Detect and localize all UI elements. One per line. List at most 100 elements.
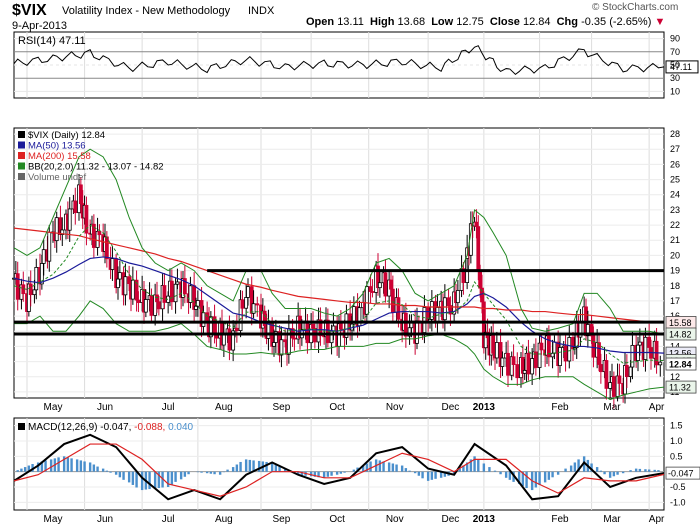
candle-body bbox=[244, 297, 249, 309]
x-axis-label-macd: Sep bbox=[273, 514, 291, 525]
x-axis-label: Jun bbox=[97, 402, 113, 413]
macd-histogram-bar bbox=[595, 467, 599, 472]
price-legend-entry: MA(200) 15.58 bbox=[28, 151, 91, 162]
candle-body bbox=[130, 279, 135, 300]
candle-body bbox=[563, 345, 568, 362]
candle-body bbox=[32, 289, 37, 296]
macd-histogram-bar bbox=[205, 471, 209, 474]
x-axis-label-macd: Apr bbox=[649, 514, 665, 525]
candle-body bbox=[364, 286, 369, 315]
x-axis-label: Sep bbox=[273, 402, 291, 413]
x-axis-label-macd: Jun bbox=[97, 514, 113, 525]
candle-body bbox=[54, 217, 59, 242]
candle-body bbox=[123, 276, 128, 296]
candle-body bbox=[571, 337, 575, 350]
x-axis-label-macd: Aug bbox=[215, 514, 233, 525]
candle-body bbox=[292, 337, 297, 340]
candle-body bbox=[522, 369, 527, 374]
candle-body bbox=[67, 208, 72, 231]
x-axis-label: May bbox=[44, 402, 63, 413]
macd-histogram-bar bbox=[395, 464, 398, 472]
candle-body bbox=[389, 279, 393, 290]
candle-body bbox=[415, 320, 419, 344]
macd-histogram-bar bbox=[140, 471, 144, 491]
ma200-line bbox=[13, 227, 665, 324]
candle-body bbox=[370, 291, 375, 293]
candle-body bbox=[97, 230, 102, 236]
macd-histogram-bar bbox=[534, 471, 538, 488]
macd-histogram-bar bbox=[70, 458, 73, 472]
candle-body bbox=[28, 283, 33, 296]
candle-body bbox=[311, 323, 315, 329]
candle-body bbox=[286, 328, 291, 355]
candle-body bbox=[591, 335, 596, 358]
candle-body bbox=[643, 336, 648, 360]
macd-legend-part: MACD(12,26,9) bbox=[28, 422, 100, 433]
macd-histogram-bar bbox=[564, 468, 567, 472]
macd-histogram-bar bbox=[621, 471, 625, 474]
macd-histogram-bar bbox=[179, 471, 183, 480]
candle-body bbox=[611, 376, 616, 397]
macd-histogram-bar bbox=[170, 471, 174, 485]
macd-histogram-bar bbox=[400, 465, 404, 472]
rsi-tick-label: 90 bbox=[670, 34, 680, 44]
macd-histogram-bar bbox=[200, 471, 203, 473]
macd-histogram-bar bbox=[477, 459, 480, 472]
macd-histogram-bar bbox=[265, 461, 268, 472]
macd-histogram-bar bbox=[599, 470, 603, 472]
candle-body bbox=[78, 184, 83, 205]
macd-tick-label: 1.0 bbox=[670, 436, 683, 446]
price-value-tag: 12.84 bbox=[669, 360, 692, 370]
candle-body bbox=[526, 352, 531, 375]
x-axis-label-macd: 2013 bbox=[473, 514, 496, 525]
macd-histogram-bar bbox=[430, 471, 434, 480]
x-axis-label: Oct bbox=[329, 402, 345, 413]
macd-histogram-bar bbox=[644, 469, 647, 472]
macd-histogram-bar bbox=[244, 459, 248, 472]
candle-body bbox=[539, 342, 544, 351]
macd-histogram-bar bbox=[573, 462, 577, 472]
candle-body bbox=[162, 285, 167, 303]
macd-histogram-bar bbox=[488, 467, 491, 472]
candle-body bbox=[116, 278, 120, 289]
legend-swatch bbox=[18, 141, 25, 149]
price-tick-label: 28 bbox=[670, 129, 680, 139]
candle-body bbox=[136, 299, 141, 303]
macd-legend-part: 0.040 bbox=[168, 422, 193, 433]
candle-body bbox=[240, 299, 245, 309]
candle-body bbox=[658, 361, 663, 366]
macd-histogram-bar bbox=[235, 464, 239, 472]
macd-histogram-bar bbox=[421, 471, 424, 479]
candle-body bbox=[73, 200, 78, 214]
rsi-tick-label: 10 bbox=[670, 86, 680, 96]
candle-body bbox=[104, 236, 109, 260]
rsi-current-tag: 47.11 bbox=[670, 62, 692, 72]
macd-histogram-bar bbox=[153, 471, 157, 489]
candle-body bbox=[558, 347, 562, 367]
macd-histogram-bar bbox=[543, 471, 547, 483]
macd-histogram-bar bbox=[335, 471, 339, 475]
rsi-line bbox=[13, 45, 665, 76]
candle-body bbox=[338, 323, 343, 330]
price-tick-label: 24 bbox=[670, 190, 680, 200]
macd-histogram-bar bbox=[131, 471, 135, 485]
candle-body bbox=[188, 285, 193, 303]
macd-histogram-bar bbox=[434, 471, 437, 479]
macd-histogram-bar bbox=[20, 468, 23, 472]
macd-histogram-bar bbox=[525, 471, 528, 489]
legend-swatch bbox=[18, 173, 25, 180]
macd-histogram-bar bbox=[378, 460, 382, 472]
candle-body bbox=[117, 272, 122, 280]
price-legend-entry: MA(50) 13.56 bbox=[28, 141, 86, 152]
candle-body bbox=[155, 294, 159, 303]
legend-swatch bbox=[18, 162, 25, 170]
legend-swatch bbox=[18, 131, 25, 138]
price-value-tag: 14.82 bbox=[669, 329, 692, 339]
macd-tick-label: -0.5 bbox=[670, 482, 686, 492]
macd-histogram-bar bbox=[369, 461, 372, 472]
macd-histogram-bar bbox=[218, 471, 222, 475]
candle-body bbox=[272, 342, 276, 347]
candle-body bbox=[491, 335, 496, 354]
x-axis-label: 2013 bbox=[473, 402, 496, 413]
candle-body bbox=[194, 305, 198, 310]
